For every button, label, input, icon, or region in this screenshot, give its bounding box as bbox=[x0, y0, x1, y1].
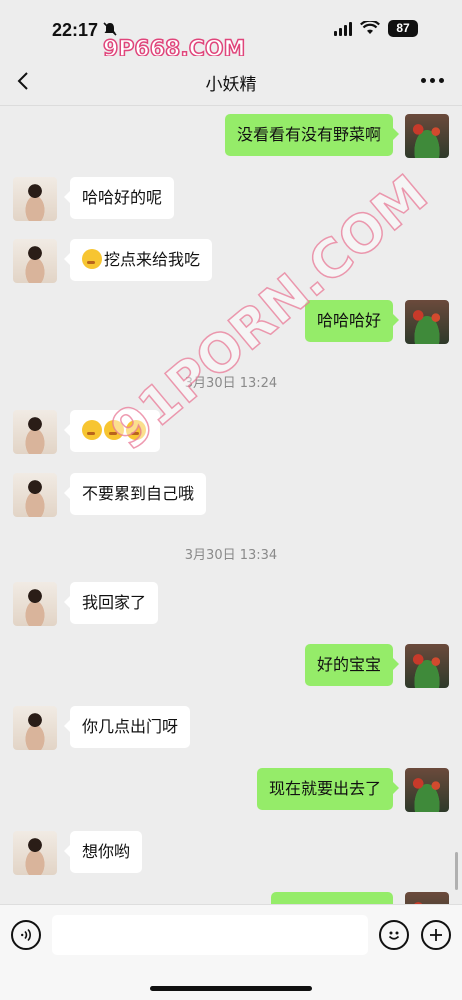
my-avatar[interactable] bbox=[405, 300, 449, 344]
contact-avatar[interactable] bbox=[13, 177, 57, 221]
message-bubble-sent[interactable]: 哈哈哈好 bbox=[304, 300, 400, 342]
message-input[interactable] bbox=[52, 915, 368, 955]
kiss-emoji-icon bbox=[126, 420, 146, 440]
status-bar: 22:17 87 9P668.COM bbox=[0, 0, 462, 63]
kiss-emoji-icon bbox=[82, 420, 102, 440]
thinking-emoji-icon bbox=[82, 249, 102, 269]
message-bubble-sent-partial[interactable] bbox=[271, 892, 393, 904]
message-bubble-received[interactable]: 挖点来给我吃 bbox=[63, 239, 213, 281]
message-bubble-received[interactable]: 我回家了 bbox=[63, 582, 159, 624]
message-bubble-received[interactable] bbox=[64, 410, 160, 452]
message-bubble-received[interactable]: 不要累到自己哦 bbox=[63, 473, 207, 515]
voice-icon bbox=[21, 928, 31, 942]
add-icon bbox=[430, 929, 442, 941]
message-bubble-sent[interactable]: 没看看有没有野菜啊 bbox=[224, 114, 400, 156]
wifi-icon bbox=[360, 21, 380, 34]
message-bubble-sent[interactable]: 好的宝宝 bbox=[304, 644, 400, 686]
emoji-button[interactable] bbox=[379, 920, 409, 950]
status-time: 22:17 bbox=[52, 20, 99, 40]
message-bubble-received[interactable]: 想你哟 bbox=[63, 831, 143, 873]
message-text: 挖点来给我吃 bbox=[104, 250, 201, 269]
contact-avatar[interactable] bbox=[13, 473, 57, 517]
battery-indicator: 87 bbox=[388, 20, 418, 37]
more-options-icon[interactable] bbox=[421, 72, 444, 83]
message-bubble-sent[interactable]: 现在就要出去了 bbox=[256, 768, 400, 810]
my-avatar[interactable] bbox=[405, 114, 449, 158]
message-list[interactable]: 没看看有没有野菜啊 哈哈好的呢 挖点来给我吃 哈哈哈好 3月30日 13:24 … bbox=[0, 106, 462, 904]
message-bubble-received[interactable]: 你几点出门呀 bbox=[63, 706, 191, 748]
my-avatar[interactable] bbox=[405, 644, 449, 688]
signal-icon bbox=[334, 21, 352, 36]
chat-title: 小妖精 bbox=[205, 75, 257, 95]
my-avatar[interactable] bbox=[405, 892, 449, 904]
kiss-emoji-icon bbox=[104, 420, 124, 440]
contact-avatar[interactable] bbox=[13, 410, 57, 454]
bell-mute-icon bbox=[103, 22, 117, 36]
chat-header: 小妖精 bbox=[0, 56, 462, 106]
message-bubble-received[interactable]: 哈哈好的呢 bbox=[63, 177, 175, 219]
emoji-icon bbox=[388, 931, 400, 940]
add-button[interactable] bbox=[421, 920, 451, 950]
my-avatar[interactable] bbox=[405, 768, 449, 812]
home-indicator[interactable] bbox=[150, 986, 312, 991]
contact-avatar[interactable] bbox=[13, 582, 57, 626]
contact-avatar[interactable] bbox=[13, 706, 57, 750]
message-timestamp: 3月30日 13:34 bbox=[184, 548, 278, 563]
contact-avatar[interactable] bbox=[13, 831, 57, 875]
voice-button[interactable] bbox=[11, 920, 41, 950]
message-timestamp: 3月30日 13:24 bbox=[184, 376, 278, 391]
scrollbar[interactable] bbox=[455, 852, 458, 890]
status-icons: 87 bbox=[334, 20, 418, 37]
contact-avatar[interactable] bbox=[13, 239, 57, 283]
